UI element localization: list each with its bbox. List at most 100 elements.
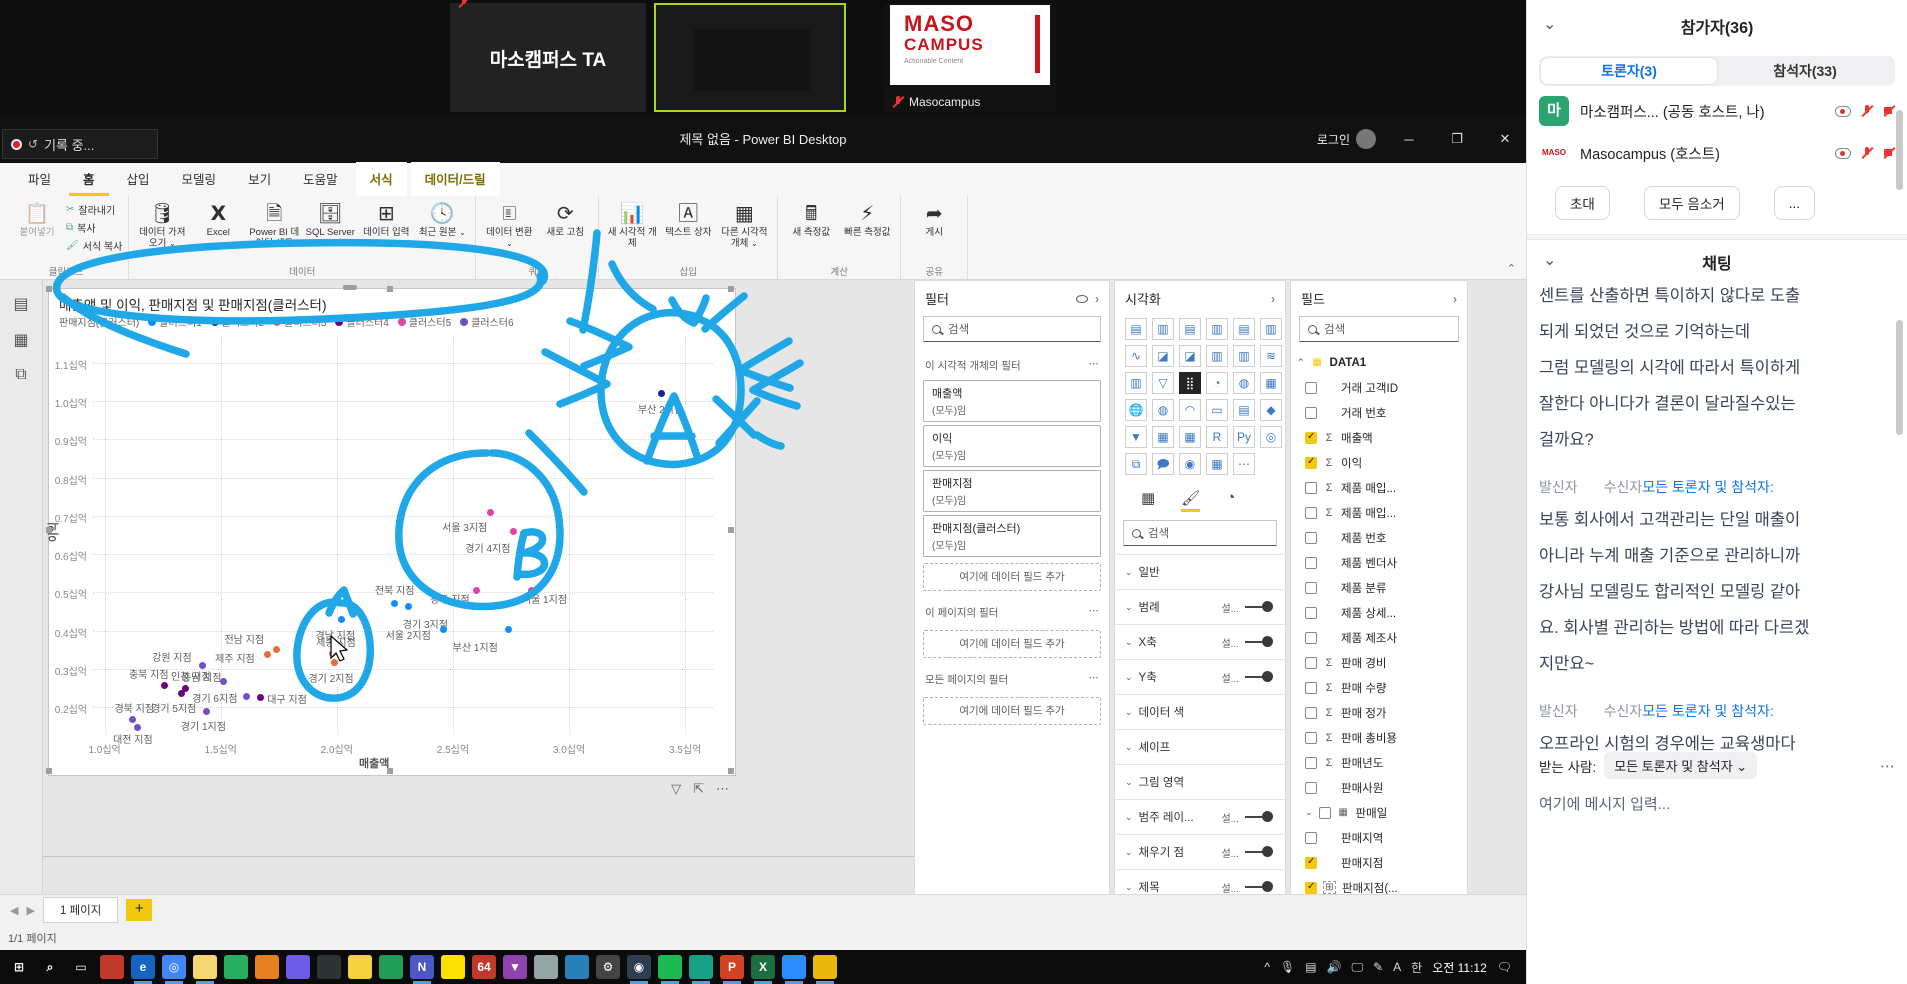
visual-type-kpi[interactable]: ◆ bbox=[1260, 399, 1282, 421]
mic-off-icon[interactable] bbox=[1861, 146, 1873, 160]
ribbon-button[interactable]: 🕓최근 원본 ⌄ bbox=[415, 200, 469, 265]
taskbar-icon-app-green[interactable] bbox=[379, 955, 403, 979]
toggle-on[interactable] bbox=[1245, 816, 1271, 818]
ribbon-button[interactable]: ⊞데이터 입력 bbox=[359, 200, 413, 265]
ribbon-button-잘라내기[interactable]: ✂잘라내기 bbox=[66, 202, 122, 217]
visual-type-stacked-column[interactable]: ▥ bbox=[1152, 318, 1174, 340]
maximize-button[interactable]: ❐ bbox=[1442, 131, 1472, 147]
taskbar-icon-powerbi[interactable] bbox=[813, 955, 837, 979]
fields-search-input[interactable]: 검색 bbox=[1299, 316, 1459, 342]
more-options-icon[interactable]: ⋯ bbox=[1089, 605, 1100, 620]
chat-scrollbar[interactable] bbox=[1896, 320, 1903, 435]
taskbar-icon-teams[interactable]: N bbox=[410, 955, 434, 979]
taskbar-icon-app-grey[interactable] bbox=[534, 955, 558, 979]
more-options-icon[interactable]: ⋯ bbox=[1089, 672, 1100, 687]
data-point[interactable] bbox=[134, 724, 141, 731]
format-section-채우기 점[interactable]: ⌄채우기 점설... bbox=[1115, 834, 1285, 869]
participant-row[interactable]: 마마소캠퍼스... (공동 호스트, 나) bbox=[1527, 86, 1907, 128]
taskbar-icon-chrome[interactable]: ◎ bbox=[162, 955, 186, 979]
analytics-mode-icon[interactable]: ◔ bbox=[1226, 489, 1235, 512]
send-to-selector[interactable]: 모든 토론자 및 참석자 ⌄ bbox=[1604, 752, 1757, 779]
visual-type-clustered-bar[interactable]: ▤ bbox=[1179, 318, 1201, 340]
chevron-up-icon[interactable]: ⌃ bbox=[1297, 357, 1305, 368]
data-point[interactable] bbox=[257, 694, 264, 701]
tray-icon[interactable]: 🎙 bbox=[1280, 960, 1295, 974]
taskbar-icon-excel[interactable]: X bbox=[751, 955, 775, 979]
recording-indicator[interactable]: ↺ 기록 중... bbox=[2, 129, 158, 159]
ribbon-button[interactable]: 🗄SQL Server bbox=[303, 200, 357, 265]
field-checkbox[interactable] bbox=[1305, 507, 1317, 519]
field-row[interactable]: 판매지점 bbox=[1291, 850, 1467, 875]
clock[interactable]: 오전 11:12 bbox=[1432, 959, 1487, 976]
data-point[interactable] bbox=[505, 626, 512, 633]
visual-type-key-influencers[interactable]: ◎ bbox=[1260, 426, 1282, 448]
taskbar-icon-mail[interactable] bbox=[565, 955, 589, 979]
ribbon-tab-홈[interactable]: 홈 bbox=[69, 162, 109, 196]
field-row[interactable]: 제품 벤더사 bbox=[1291, 550, 1467, 575]
ribbon-button[interactable]: 📊새 시각적 개체 bbox=[605, 200, 659, 265]
field-checkbox[interactable] bbox=[1305, 557, 1317, 569]
legend-item[interactable]: 클러스터4 bbox=[335, 314, 388, 329]
ribbon-tab-도움말[interactable]: 도움말 bbox=[289, 162, 352, 196]
data-point[interactable] bbox=[203, 708, 210, 715]
collapse-panel-icon[interactable]: › bbox=[1095, 292, 1099, 306]
ribbon-button[interactable]: ▦다른 시각적 개체 ⌄ bbox=[717, 200, 771, 265]
visual-type-waterfall[interactable]: ▥ bbox=[1125, 372, 1147, 394]
taskbar-icon-photos[interactable] bbox=[224, 955, 248, 979]
field-row[interactable]: Σ판매 수량 bbox=[1291, 675, 1467, 700]
field-checkbox[interactable] bbox=[1305, 632, 1317, 644]
format-section-일반[interactable]: ⌄일반 bbox=[1115, 554, 1285, 589]
chevron-down-icon[interactable]: ⌄ bbox=[1543, 14, 1556, 34]
visual-type-stacked-area[interactable]: ◪ bbox=[1179, 345, 1201, 367]
legend-item[interactable]: 클러스터2 bbox=[211, 314, 264, 329]
ribbon-button[interactable]: 📋붙여넣기 bbox=[10, 200, 64, 265]
field-checkbox[interactable] bbox=[1305, 707, 1317, 719]
field-checkbox[interactable] bbox=[1305, 682, 1317, 694]
taskbar-icon-kakao[interactable] bbox=[441, 955, 465, 979]
data-view-icon[interactable]: ▦ bbox=[10, 330, 32, 352]
more-button[interactable]: ... bbox=[1774, 186, 1815, 220]
visual-type-slicer[interactable]: ▼ bbox=[1125, 426, 1147, 448]
visual-type-card[interactable]: ▭ bbox=[1206, 399, 1228, 421]
taskbar-icon-phone[interactable] bbox=[317, 955, 341, 979]
taskbar-icon-spotify[interactable] bbox=[658, 955, 682, 979]
minimize-button[interactable]: ─ bbox=[1394, 132, 1424, 147]
filter-funnel-icon[interactable]: ▽ bbox=[671, 781, 681, 797]
taskbar-icon-app-red[interactable] bbox=[100, 955, 124, 979]
visual-type-line-stacked-column[interactable]: ▥ bbox=[1206, 345, 1228, 367]
tray-icon[interactable]: ▤ bbox=[1305, 960, 1316, 974]
toggle-on[interactable] bbox=[1245, 851, 1271, 853]
collapse-panel-icon[interactable]: › bbox=[1453, 292, 1457, 306]
visual-type-clustered-column[interactable]: ▥ bbox=[1206, 318, 1228, 340]
taskbar-icon-zoom[interactable] bbox=[782, 955, 806, 979]
visual-type-ribbon[interactable]: ≋ bbox=[1260, 345, 1282, 367]
chat-messages[interactable]: 센트를 산출하면 특이하지 않다로 도출되게 되었던 것으로 기억하는데그럼 모… bbox=[1527, 274, 1907, 766]
format-section-X축[interactable]: ⌄X축설... bbox=[1115, 624, 1285, 659]
visual-type-funnel[interactable]: ▽ bbox=[1152, 372, 1174, 394]
field-checkbox[interactable] bbox=[1305, 732, 1317, 744]
field-checkbox[interactable] bbox=[1305, 382, 1317, 394]
taskbar-icon-firefox[interactable] bbox=[255, 955, 279, 979]
tray-icon[interactable]: A bbox=[1393, 960, 1401, 974]
report-view-icon[interactable]: ▤ bbox=[10, 294, 32, 316]
visual-type-line[interactable]: ∿ bbox=[1125, 345, 1147, 367]
toggle-on[interactable] bbox=[1245, 886, 1271, 888]
field-row[interactable]: 제품 제조사 bbox=[1291, 625, 1467, 650]
field-checkbox[interactable] bbox=[1305, 857, 1317, 869]
tab-attendees[interactable]: 참석자(33) bbox=[1717, 58, 1893, 84]
data-point[interactable] bbox=[178, 690, 185, 697]
tray-icon[interactable]: 🔊 bbox=[1327, 960, 1342, 974]
field-row[interactable]: Σ판매년도 bbox=[1291, 750, 1467, 775]
ribbon-button[interactable]: ⚡빠른 측정값 bbox=[840, 200, 894, 265]
taskbar-icon-whale[interactable] bbox=[689, 955, 713, 979]
visual-type-table[interactable]: ▦ bbox=[1152, 426, 1174, 448]
format-section-범주 레이...[interactable]: ⌄범주 레이...설... bbox=[1115, 799, 1285, 834]
visual-type-decomposition-tree[interactable]: ⧉ bbox=[1125, 453, 1147, 475]
tray-icon[interactable]: ^ bbox=[1264, 960, 1270, 974]
field-row[interactable]: Σ매출액 bbox=[1291, 425, 1467, 450]
taskbar-icon-search[interactable]: ⌕ bbox=[38, 955, 62, 979]
field-row[interactable]: 제품 번호 bbox=[1291, 525, 1467, 550]
scatter-chart-visual[interactable]: 매출액 및 이익, 판매지점 및 판매지점(클러스터) 판매지점(클러스터)클러… bbox=[48, 288, 736, 776]
visual-type-area[interactable]: ◪ bbox=[1152, 345, 1174, 367]
format-mode-icon[interactable]: 🖌 bbox=[1181, 489, 1200, 512]
